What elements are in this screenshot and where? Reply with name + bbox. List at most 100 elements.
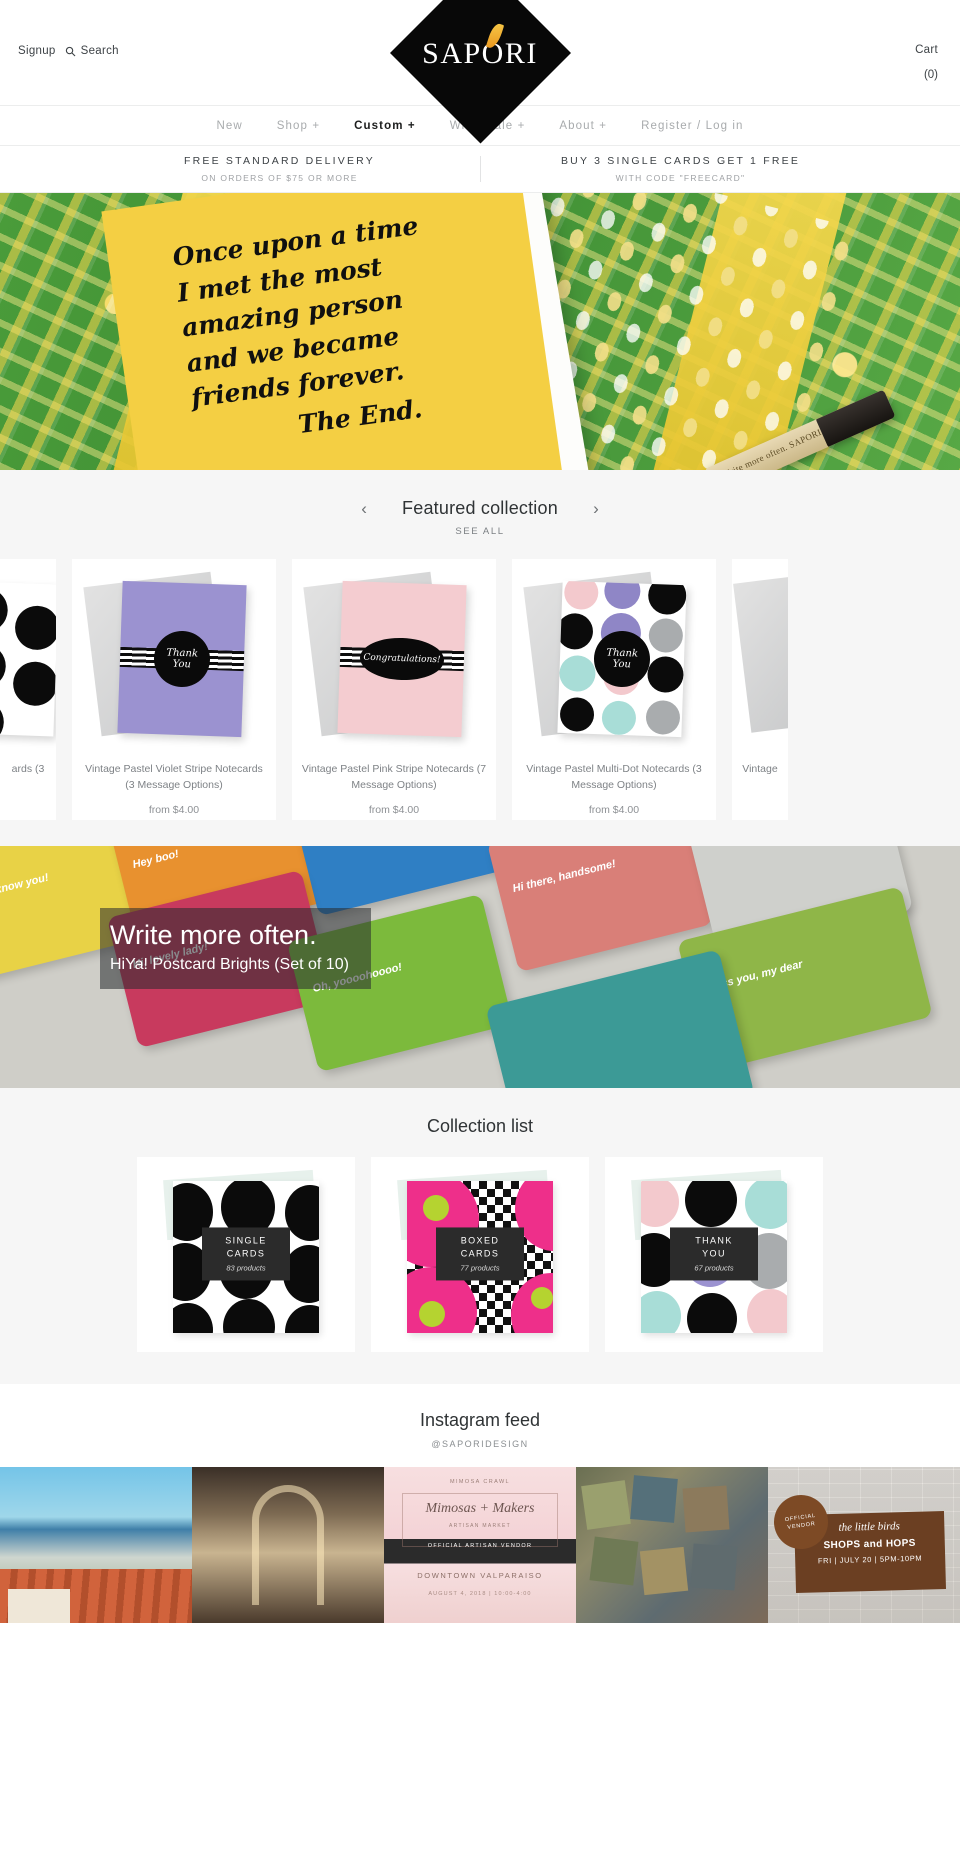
- product-image: [732, 559, 788, 749]
- banner-title: Write more often.: [110, 919, 317, 950]
- collection-card-thank-you[interactable]: THANK YOU 67 products: [605, 1156, 823, 1352]
- see-all-link[interactable]: SEE ALL: [0, 526, 960, 537]
- photo-card: [639, 1546, 689, 1595]
- nav-item-new[interactable]: New: [216, 120, 242, 132]
- search-button[interactable]: Search: [65, 45, 119, 57]
- product-title: Vintage: [742, 763, 778, 775]
- promo-offer: BUY 3 SINGLE CARDS GET 1 FREE WITH CODE …: [481, 155, 881, 183]
- notecard-graphic: Thank You: [117, 580, 247, 738]
- instagram-handle[interactable]: @SAPORIDESIGN: [0, 1439, 960, 1449]
- product-card[interactable]: Thank You Vintage Pastel Multi-Dot Notec…: [512, 559, 716, 820]
- flyer-line-4: OFFICIAL ARTISAN VENDOR: [427, 1542, 533, 1549]
- product-image: Thank You: [512, 559, 716, 749]
- product-price: from $4.00: [148, 803, 200, 816]
- postcard-caption: Hey boo!: [131, 847, 181, 871]
- collection-name-line2: YOU: [702, 1248, 726, 1259]
- flyer-line-6: AUGUST 4, 2018 | 10:00-4:00: [428, 1590, 532, 1597]
- featured-title: Featured collection: [402, 498, 558, 518]
- collection-card-single-cards[interactable]: SINGLE CARDS 83 products: [137, 1156, 355, 1352]
- signup-link[interactable]: Signup: [18, 45, 56, 57]
- postcard-caption: ...like to know you!: [0, 871, 50, 906]
- collection-label: SINGLE CARDS 83 products: [202, 1227, 290, 1281]
- product-image: Thank You: [72, 559, 276, 749]
- photo-card: [581, 1479, 631, 1530]
- notecard-graphic: Congratulations!: [337, 580, 467, 738]
- nav-item-about[interactable]: About +: [559, 120, 607, 132]
- cart-area[interactable]: Cart (0): [915, 44, 938, 81]
- photo-card: [589, 1536, 639, 1586]
- promo-offer-sub: WITH CODE "FREECARD": [615, 173, 746, 183]
- nav-item-shop[interactable]: Shop +: [277, 120, 320, 132]
- instagram-post[interactable]: the little birds SHOPS and HOPS FRI | JU…: [768, 1466, 960, 1623]
- collection-list-section: Collection list SINGLE CARDS 83 products…: [0, 1087, 960, 1384]
- nav-item-register-login[interactable]: Register / Log in: [641, 120, 743, 132]
- product-title: ards (3: [11, 763, 45, 775]
- search-label: Search: [80, 45, 119, 57]
- collection-list-title: Collection list: [426, 1115, 534, 1136]
- collection-label: THANK YOU 67 products: [670, 1227, 758, 1281]
- logo-text: SAPORI: [422, 37, 538, 70]
- flyer-line-1: MIMOSA CRAWL: [450, 1478, 510, 1485]
- instagram-title: Instagram feed: [419, 1409, 541, 1430]
- product-card[interactable]: Vintage: [732, 559, 788, 820]
- collection-count: 83 products: [226, 1263, 266, 1273]
- header-left-links: Signup Search: [18, 45, 119, 57]
- flyer-line-2: Mimosas + Makers: [425, 1500, 535, 1516]
- collection-name-line1: BOXED: [460, 1235, 500, 1246]
- flyer-line-3: ARTISAN MARKET: [448, 1522, 511, 1529]
- hero-handwritten-text: Once upon a time I met the most amazing …: [171, 197, 527, 455]
- instagram-post[interactable]: [192, 1466, 384, 1623]
- instagram-row: MIMOSA CRAWL Mimosas + Makers ARTISAN MA…: [0, 1466, 960, 1623]
- collection-name-line1: THANK: [695, 1235, 733, 1246]
- flyer-line-5: DOWNTOWN VALPARAISO: [417, 1570, 543, 1580]
- card-dot-pattern: [0, 582, 56, 737]
- photo-card: [690, 1543, 738, 1591]
- envelope-graphic: [733, 575, 788, 733]
- card-message-badge: Congratulations!: [359, 636, 445, 682]
- search-icon: [65, 46, 76, 56]
- product-info: Vintage Pastel Multi-Dot Notecards (3 Me…: [512, 749, 716, 820]
- collection-card-boxed-cards[interactable]: BOXED CARDS 77 products: [371, 1156, 589, 1352]
- carousel-prev-icon[interactable]: ‹: [354, 500, 374, 517]
- photo-building: [8, 1588, 70, 1623]
- promo-delivery: FREE STANDARD DELIVERY ON ORDERS OF $75 …: [80, 155, 480, 183]
- card-message-badge: Thank You: [153, 630, 211, 688]
- promo-banner-postcards[interactable]: ...like to know you! Hey boo! Why, hello…: [0, 845, 960, 1088]
- product-card[interactable]: Congratulations! Vintage Pastel Pink Str…: [292, 559, 496, 820]
- banner-text-overlay: Write more often. HiYa! Postcard Brights…: [100, 907, 371, 990]
- collection-count: 67 products: [694, 1263, 734, 1273]
- site-logo[interactable]: SAPORI: [378, 0, 583, 144]
- product-price: from $4.00: [368, 803, 420, 816]
- sign-line-3: FRI | JULY 20 | 5PM-10PM: [817, 1553, 923, 1565]
- product-card[interactable]: ards (3: [0, 559, 56, 820]
- photo-library-arch: [252, 1484, 324, 1605]
- photo-card: [630, 1474, 678, 1523]
- product-card[interactable]: Thank You Vintage Pastel Violet Stripe N…: [72, 559, 276, 820]
- cart-count: (0): [923, 69, 938, 81]
- instagram-post[interactable]: [576, 1466, 768, 1623]
- collection-name-line2: CARDS: [226, 1248, 266, 1259]
- carousel-next-icon[interactable]: ›: [586, 500, 606, 517]
- hero-banner[interactable]: Once upon a time I met the most amazing …: [0, 193, 960, 470]
- product-carousel[interactable]: ards (3 Thank You Vintage Pastel Violet …: [0, 559, 960, 820]
- photo-card: [682, 1485, 730, 1533]
- promo-delivery-sub: ON ORDERS OF $75 OR MORE: [201, 173, 358, 183]
- product-image: Congratulations!: [292, 559, 496, 749]
- collection-name-line1: SINGLE: [225, 1235, 267, 1246]
- product-info: Vintage Pastel Pink Stripe Notecards (7 …: [292, 749, 496, 820]
- nav-item-custom[interactable]: Custom +: [354, 120, 416, 132]
- collection-name-line2: CARDS: [460, 1248, 500, 1259]
- featured-header: ‹ Featured collection ›: [0, 498, 960, 519]
- featured-collection-section: ‹ Featured collection › SEE ALL ards (3 …: [0, 470, 960, 846]
- instagram-post[interactable]: MIMOSA CRAWL Mimosas + Makers ARTISAN MA…: [384, 1466, 576, 1623]
- product-title: Vintage Pastel Multi-Dot Notecards (3 Me…: [526, 763, 702, 792]
- instagram-feed-section: Instagram feed @SAPORIDESIGN MIMOSA CRAW…: [0, 1383, 960, 1623]
- product-image: [0, 559, 56, 749]
- cart-label: Cart: [915, 44, 938, 56]
- postcard-caption: Hi there, handsome!: [511, 857, 617, 895]
- site-header: Signup Search SAPORI Cart (0): [0, 0, 960, 144]
- product-info: Vintage Pastel Violet Stripe Notecards (…: [72, 749, 276, 820]
- collection-row: SINGLE CARDS 83 products BOXED CARDS 77 …: [0, 1156, 960, 1352]
- promo-bar: FREE STANDARD DELIVERY ON ORDERS OF $75 …: [0, 146, 960, 193]
- instagram-post[interactable]: [0, 1466, 192, 1623]
